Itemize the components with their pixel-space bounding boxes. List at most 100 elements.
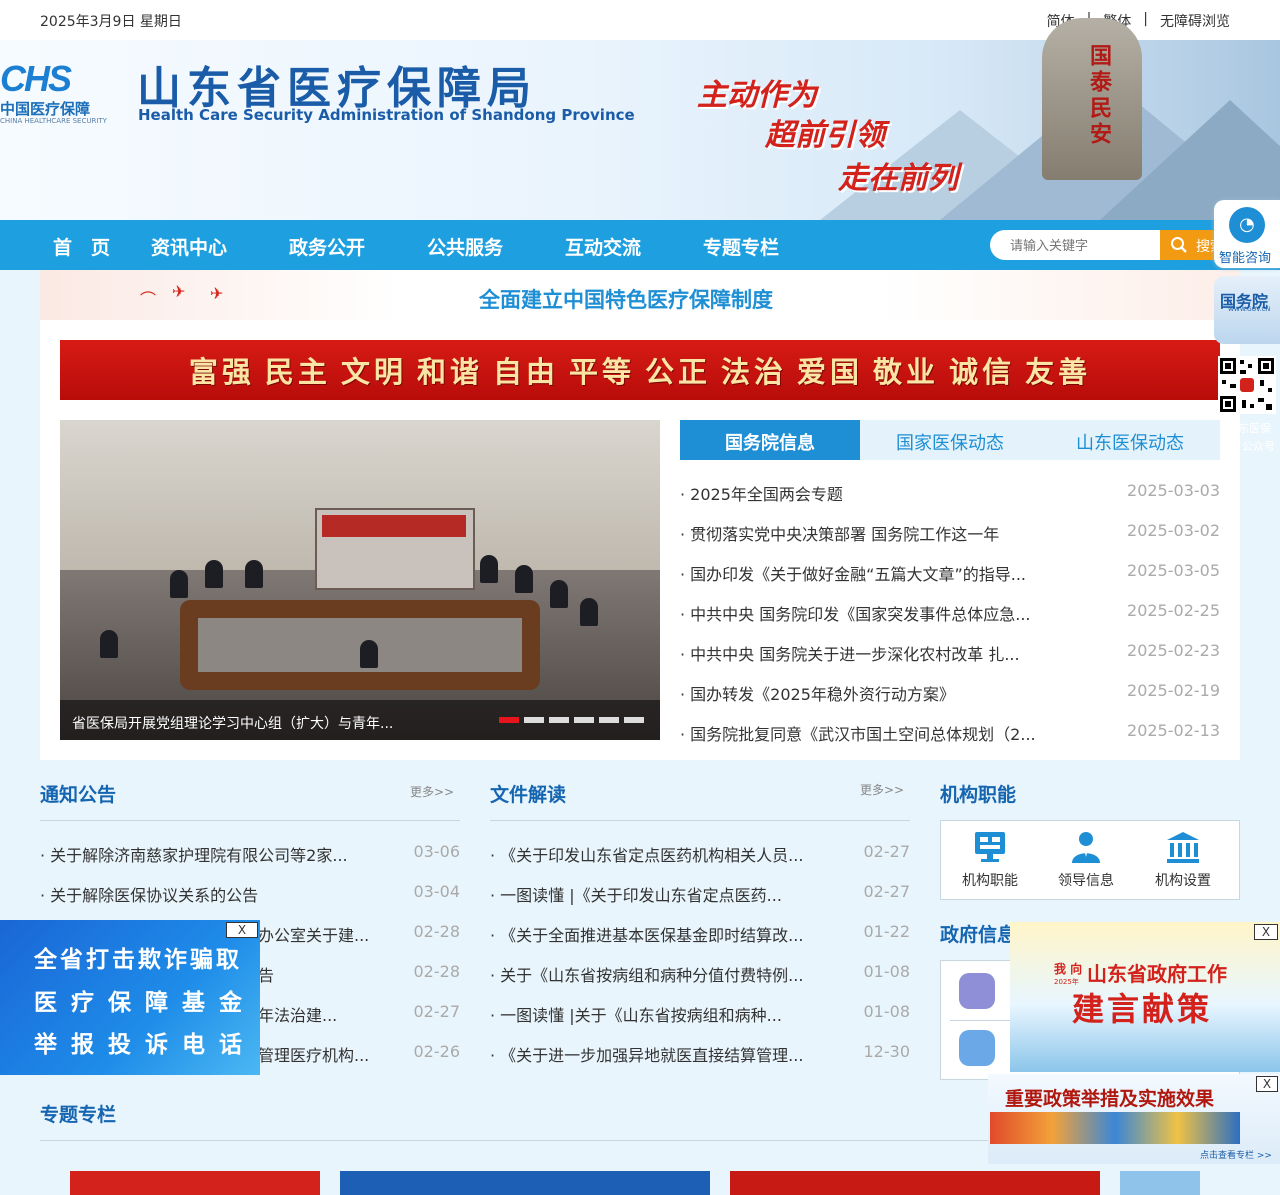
wechat-qr-code[interactable] <box>1218 356 1276 414</box>
document-item[interactable]: · 《关于印发山东省定点医药机构相关人员... 02-27 <box>490 842 910 865</box>
divider <box>950 1020 1010 1021</box>
slideshow-caption[interactable]: 省医保局开展党组理论学习中心组（扩大）与青年... <box>72 713 393 733</box>
core-value: 公正 <box>645 355 712 389</box>
core-value: 敬业 <box>873 355 940 389</box>
bird-decoration: ✈ <box>172 282 186 301</box>
search-input[interactable] <box>990 230 1160 260</box>
tab-state-council[interactable]: 国务院信息 <box>680 420 860 460</box>
ad-view-link[interactable]: 点击查看专栏 >> <box>1200 1148 1272 1161</box>
slogan-line: 走在前列 <box>838 161 958 196</box>
news-item[interactable]: · 中共中央 国务院印发《国家突发事件总体应急... 2025-02-25 <box>680 601 1220 624</box>
document-item[interactable]: · 关于《山东省按病组和病种分值付费特例... 01-08 <box>490 962 910 985</box>
notices-more-link[interactable]: 更多>> <box>410 783 454 800</box>
ad-title: 重要政策举措及实施效果 <box>1005 1088 1215 1110</box>
state-council-url: WWW.GOV.CN <box>1228 306 1271 313</box>
org-functions-link[interactable]: 机构职能 <box>942 822 1038 898</box>
slide-indicator[interactable] <box>549 717 569 723</box>
special-topics-title[interactable]: 专题专栏 <box>40 1100 116 1127</box>
gov-edit-icon[interactable] <box>959 1030 995 1066</box>
leader-info-label: 领导信息 <box>1058 873 1114 889</box>
gov-info-icon[interactable] <box>959 973 995 1009</box>
organization-title[interactable]: 机构职能 <box>940 780 1016 807</box>
news-item[interactable]: · 国办转发《2025年稳外资行动方案》 2025-02-19 <box>680 681 1220 704</box>
nav-news-center[interactable]: 资讯中心 <box>151 233 227 260</box>
person-icon <box>1072 832 1100 863</box>
close-ad-button[interactable]: X <box>1254 924 1278 940</box>
core-value: 自由 <box>492 355 559 389</box>
logo-chinese-text: 中国医疗保障 <box>0 100 91 118</box>
org-structure-link[interactable]: 机构设置 <box>1135 822 1231 898</box>
close-ad-button[interactable]: X <box>226 922 258 938</box>
slide-indicator[interactable] <box>599 717 619 723</box>
chat-icon: ◔ <box>1229 207 1265 243</box>
special-topic-thumbnail[interactable] <box>340 1171 710 1195</box>
nav-public-services[interactable]: 公共服务 <box>427 233 503 260</box>
news-item[interactable]: · 国务院批复同意《武汉市国土空间总体规划（2... 2025-02-13 <box>680 721 1220 744</box>
notices-title[interactable]: 通知公告 <box>40 780 116 807</box>
document-item[interactable]: · 一图读懂 |《关于印发山东省定点医药... 02-27 <box>490 882 910 905</box>
photo-person <box>360 640 378 668</box>
core-value: 文明 <box>340 355 407 389</box>
special-topic-thumbnail[interactable] <box>70 1171 320 1195</box>
special-topic-thumbnail[interactable] <box>730 1171 1100 1195</box>
divider <box>40 1140 1040 1141</box>
tab-national-healthcare[interactable]: 国家医保动态 <box>860 420 1040 460</box>
news-item[interactable]: · 2025年全国两会专题 2025-03-03 <box>680 481 1220 504</box>
photo-person <box>550 580 568 608</box>
ad-title: 山东省政府工作 <box>1087 962 1227 986</box>
core-value: 富强 <box>188 355 255 389</box>
tab-shandong-healthcare[interactable]: 山东医保动态 <box>1040 420 1220 460</box>
monitor-icon <box>975 832 1005 862</box>
core-values-banner[interactable]: 富强 民主 文明 和谐 自由 平等 公正 法治 爱国 敬业 诚信 友善 <box>60 340 1220 400</box>
document-item[interactable]: · 《关于进一步加强异地就医直接结算管理... 12-30 <box>490 1042 910 1065</box>
nav-interaction[interactable]: 互动交流 <box>565 233 641 260</box>
nav-special-topics[interactable]: 专题专栏 <box>703 233 779 260</box>
ad-line: 医 疗 保 障 基 金 <box>34 990 246 1016</box>
slogan-line: 主动作为 <box>697 78 817 113</box>
gov-info-title[interactable]: 政府信息 <box>940 920 1016 947</box>
photo-screen-banner <box>322 515 466 537</box>
slideshow-image[interactable] <box>60 420 660 740</box>
building-icon <box>1167 832 1199 863</box>
smart-consult-label: 智能咨询 <box>1219 251 1272 266</box>
search-icon <box>1171 237 1187 253</box>
slide-indicator[interactable] <box>524 717 544 723</box>
nav-government-affairs[interactable]: 政务公开 <box>289 233 365 260</box>
news-item[interactable]: · 国办印发《关于做好金融“五篇大文章”的指导... 2025-03-05 <box>680 561 1220 584</box>
slogan-strip-text[interactable]: 全面建立中国特色医疗保障制度 <box>479 284 773 314</box>
photo-person <box>515 565 533 593</box>
rock-inscription: 国泰民安 <box>1086 44 1111 148</box>
slide-indicator[interactable] <box>574 717 594 723</box>
bird-decoration: ⌒ <box>140 290 157 309</box>
documents-title[interactable]: 文件解读 <box>490 780 566 807</box>
core-value: 爱国 <box>797 355 864 389</box>
photo-person <box>580 598 598 626</box>
chs-logo[interactable]: CHS <box>0 58 72 100</box>
news-item[interactable]: · 中共中央 国务院关于进一步深化农村改革 扎... 2025-02-23 <box>680 641 1220 664</box>
special-topic-thumbnail[interactable] <box>1120 1171 1200 1195</box>
notice-item[interactable]: · 关于解除济南慈家护理院有限公司等2家... 03-06 <box>40 842 460 865</box>
photo-person <box>480 555 498 583</box>
notice-item[interactable]: · 关于解除医保协议关系的公告 03-04 <box>40 882 460 905</box>
logo-english-text: CHINA HEALTHCARE SECURITY <box>0 117 107 125</box>
close-ad-button[interactable]: X <box>1256 1076 1278 1092</box>
photo-person <box>245 560 263 588</box>
qr-label: 东医保 <box>1238 422 1271 435</box>
documents-more-link[interactable]: 更多>> <box>860 781 904 798</box>
accessibility-link[interactable]: 无障碍浏览 <box>1148 11 1230 31</box>
slide-indicator[interactable] <box>624 717 644 723</box>
news-item[interactable]: · 贯彻落实党中央决策部署 国务院工作这一年 2025-03-02 <box>680 521 1220 544</box>
document-item[interactable]: · 《关于全面推进基本医保基金即时结算改... 01-22 <box>490 922 910 945</box>
ad-illustration <box>990 1112 1240 1144</box>
slide-indicator-active[interactable] <box>499 717 519 723</box>
ad-subtitle: 建言献策 <box>1072 990 1213 1028</box>
nav-home[interactable]: 首 页 <box>53 233 110 260</box>
ad-prefix: 我 向 <box>1054 962 1083 976</box>
slogan-line: 超前引领 <box>765 118 885 153</box>
leader-info-link[interactable]: 领导信息 <box>1038 822 1134 898</box>
qr-label: 公众号 <box>1242 440 1275 453</box>
core-value: 诚信 <box>949 355 1016 389</box>
divider <box>490 820 910 821</box>
org-structure-label: 机构设置 <box>1155 873 1211 889</box>
document-item[interactable]: · 一图读懂 |关于《山东省按病组和病种... 01-08 <box>490 1002 910 1025</box>
